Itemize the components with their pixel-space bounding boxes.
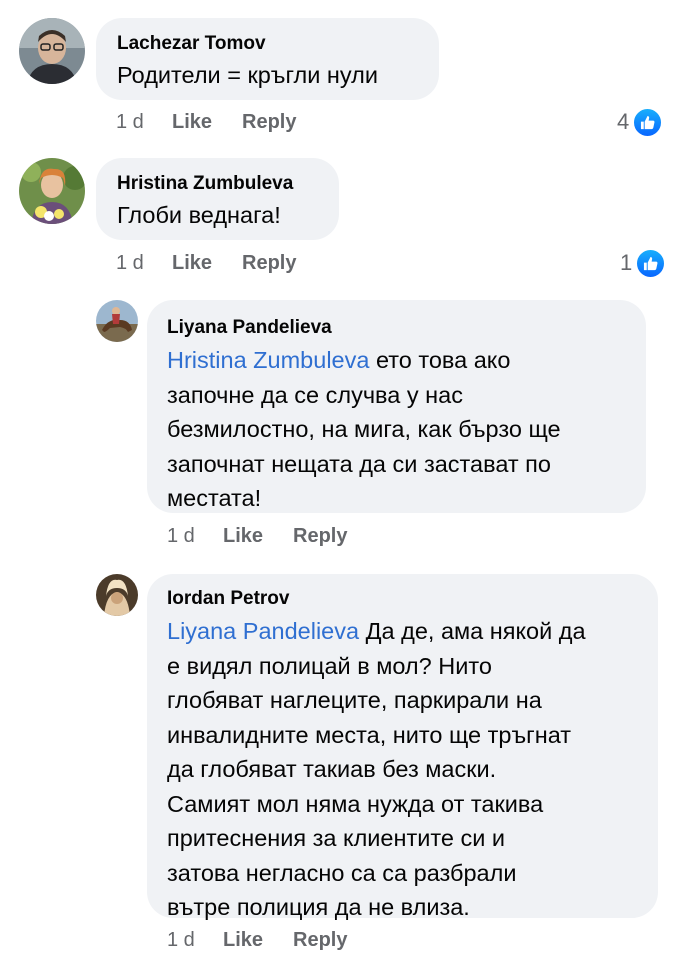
comment-timestamp[interactable]: 1 d [167,524,223,548]
avatar[interactable] [19,18,85,84]
text-line: затова негласно са са разбрали [167,859,517,886]
reaction-summary[interactable]: 4 [617,107,663,137]
avatar-photo-iordan [96,574,138,616]
comment-text: Глоби веднага! [117,202,281,228]
text-line: инвалидните места, нито ще тръгнат [167,721,572,748]
comment-bubble: Hristina Zumbuleva Глоби веднага! [96,158,339,240]
text-line: местата! [167,485,262,511]
comment-timestamp[interactable]: 1 d [167,928,223,952]
comment-bubble: Lachezar Tomov Родители = кръгли нули [96,18,439,100]
reply-button[interactable]: Reply [293,928,347,952]
avatar[interactable] [96,300,138,342]
comment-text: Родители = кръгли нули [117,62,378,88]
reaction-summary[interactable]: 1 [620,248,666,278]
like-button[interactable]: Like [223,928,293,952]
mention-link[interactable]: Liyana Pandelieva [167,618,359,644]
reply-button[interactable]: Reply [242,110,296,134]
reaction-count: 1 [620,250,633,275]
like-button[interactable]: Like [172,251,242,275]
comment-author[interactable]: Hristina Zumbuleva [117,173,339,195]
reply-text: Liyana Pandelieva Да де, ама някой да е в… [167,614,658,925]
avatar[interactable] [19,158,85,224]
comment-timestamp[interactable]: 1 d [116,251,172,275]
comment-author[interactable]: Liyana Pandelieva [167,317,646,339]
text-line: глобяват наглеците, паркирали на [167,687,542,713]
text-line: е видял полицай в мол? Нито [167,652,492,679]
text-line: започне да се случва у нас [167,381,463,408]
avatar-photo-hristina [19,158,85,224]
text-line: Да де, ама някой да [359,618,586,644]
comment-actions: 1 d Like Reply [167,524,347,548]
avatar-photo-lachezar [19,18,85,84]
mention-link[interactable]: Hristina Zumbuleva [167,347,369,373]
text-line: ето това ако [369,347,511,373]
comment-actions: 1 d Like Reply [167,928,347,952]
text-line: започнат нещата да си застават по [167,450,551,477]
text-line: Самият мол няма нужда от такива [167,790,544,817]
avatar-photo-liyana [96,300,138,342]
reply-button[interactable]: Reply [293,524,347,548]
comment-author[interactable]: Iordan Petrov [167,588,658,610]
reply-bubble: Liyana Pandelieva Hristina Zumbuleva ето… [147,300,646,513]
text-line: притеснения за клиентите си и [167,825,505,851]
avatar[interactable] [96,574,138,616]
reaction-count: 4 [617,109,630,134]
text-line: безмилостно, на мига, как бързо ще [167,416,561,442]
thumbs-up-icon [636,248,666,278]
thumbs-up-icon [633,107,663,137]
comment-timestamp[interactable]: 1 d [116,110,172,134]
comment-actions: 1 d Like Reply [116,251,296,275]
like-button[interactable]: Like [172,110,242,134]
reply-text: Hristina Zumbuleva ето това ако започне д… [167,343,646,516]
reply-bubble: Iordan Petrov Liyana Pandelieva Да де, а… [147,574,658,920]
like-button[interactable]: Like [223,524,293,548]
text-line: вътре полиция да не влиза. [167,894,470,920]
comment-author[interactable]: Lachezar Tomov [117,33,439,55]
text-line: да глобяват такиав без маски. [167,756,497,782]
comment-actions: 1 d Like Reply [116,110,296,134]
reply-button[interactable]: Reply [242,251,296,275]
